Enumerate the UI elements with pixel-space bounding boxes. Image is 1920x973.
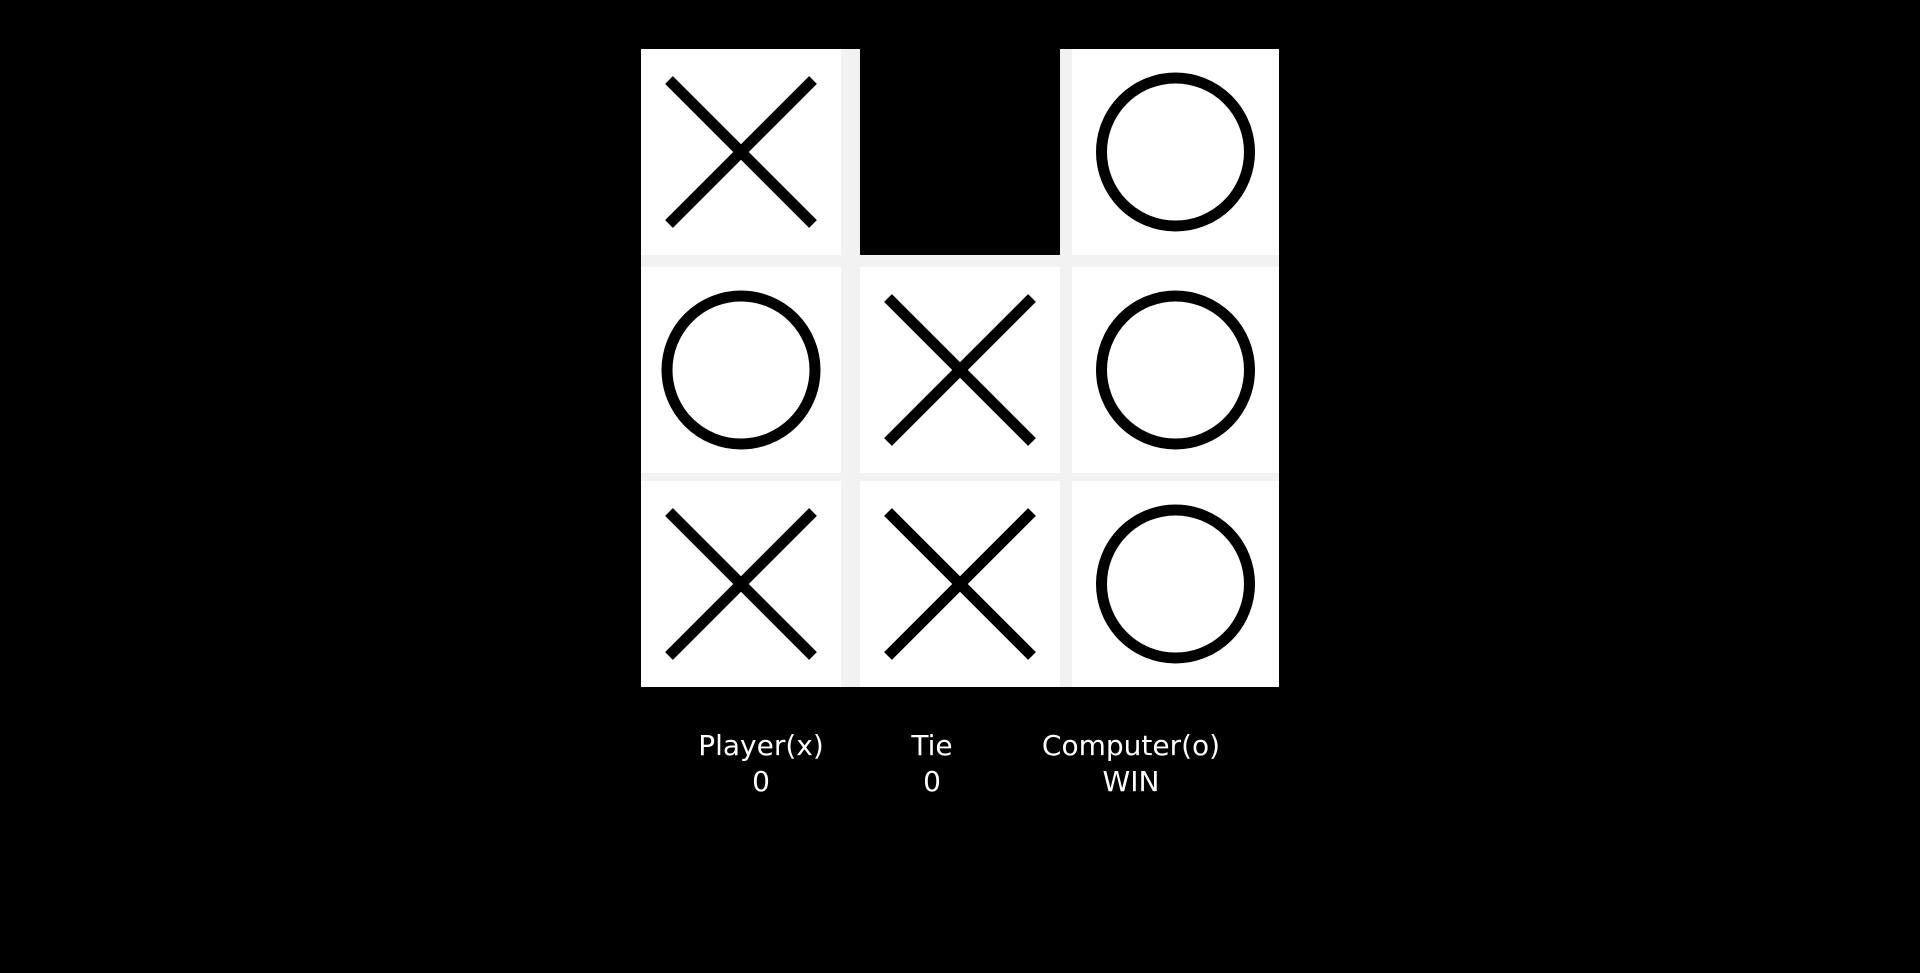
o-mark-icon — [661, 290, 821, 450]
tie-score-value: 0 — [923, 765, 941, 798]
x-mark-icon — [884, 294, 1036, 446]
x-mark-icon — [665, 76, 817, 228]
player-score-value: 0 — [752, 765, 770, 798]
x-mark-icon — [665, 508, 817, 660]
o-ring — [661, 290, 821, 450]
o-mark-icon — [1096, 504, 1255, 664]
tie-score-label: Tie — [911, 729, 953, 762]
board-cell-6[interactable] — [1072, 267, 1279, 473]
o-ring — [1096, 72, 1255, 232]
o-ring — [1096, 290, 1255, 450]
board-cell-2[interactable] — [860, 49, 1060, 255]
player-score: Player(x) 0 — [661, 728, 861, 800]
board-cell-8[interactable] — [860, 481, 1060, 687]
computer-score-label: Computer(o) — [1041, 729, 1221, 762]
scoreboard: Player(x) 0 Tie 0 Computer(o) WIN — [0, 728, 1920, 808]
board-cell-1[interactable] — [641, 49, 841, 255]
player-score-label: Player(x) — [698, 729, 824, 762]
board-cell-4[interactable] — [641, 267, 841, 473]
o-ring — [1096, 504, 1255, 664]
tie-score: Tie 0 — [882, 728, 982, 800]
computer-score-value: WIN — [1102, 765, 1160, 798]
board-cell-9[interactable] — [1072, 481, 1279, 687]
computer-score: Computer(o) WIN — [1021, 728, 1241, 800]
board-cell-3[interactable] — [1072, 49, 1279, 255]
board-cell-5[interactable] — [860, 267, 1060, 473]
o-mark-icon — [1096, 72, 1255, 232]
x-mark-icon — [884, 508, 1036, 660]
board-cell-7[interactable] — [641, 481, 841, 687]
o-mark-icon — [1096, 290, 1255, 450]
game-board — [641, 49, 1279, 687]
tic-tac-toe-game: Player(x) 0 Tie 0 Computer(o) WIN — [0, 0, 1920, 973]
